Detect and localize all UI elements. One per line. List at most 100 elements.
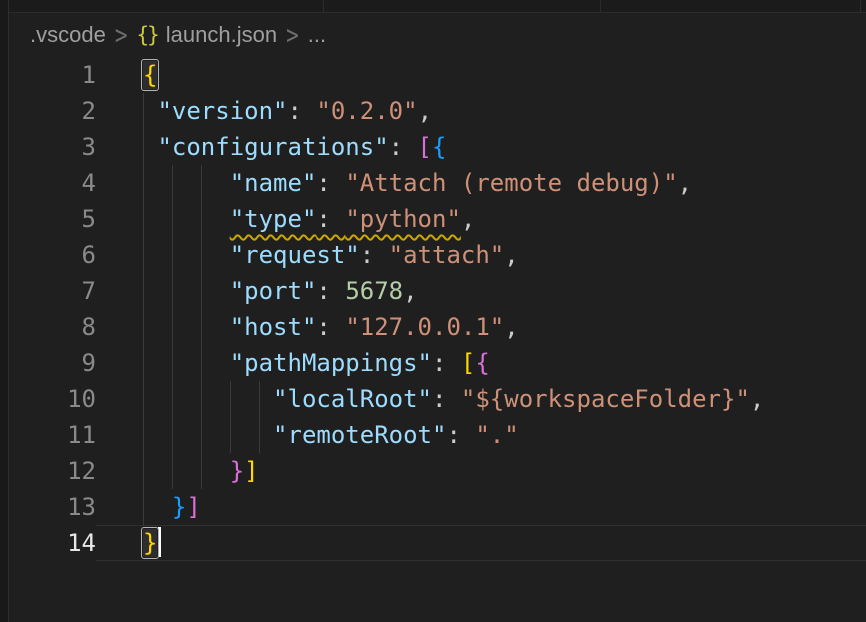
code-token: "localRoot": [273, 385, 432, 413]
code-token: ]: [244, 457, 258, 485]
code-editor[interactable]: 1{2 "version": "0.2.0",3 "configurations…: [9, 57, 866, 561]
code-token: "host": [230, 313, 317, 341]
code-token: :: [288, 97, 317, 125]
indent-guide: [143, 345, 144, 381]
code-line-content[interactable]: "request": "attach",: [96, 237, 866, 273]
chevron-right-icon: >: [115, 20, 128, 50]
code-token: "version": [157, 97, 287, 125]
indent-guide: [230, 381, 231, 417]
line-number[interactable]: 13: [9, 489, 96, 525]
code-line: 2 "version": "0.2.0",: [9, 93, 866, 129]
code-token: "${workspaceFolder}": [461, 385, 750, 413]
line-number[interactable]: 4: [9, 165, 96, 201]
indent-guide: [201, 273, 202, 309]
indent-guide: [143, 309, 144, 345]
code-line: 3 "configurations": [{: [9, 129, 866, 165]
code-line-content[interactable]: }: [96, 525, 866, 561]
indent-guide: [201, 417, 202, 453]
code-token: :: [432, 349, 461, 377]
code-line: 4 "name": "Attach (remote debug)",: [9, 165, 866, 201]
chevron-right-icon: >: [286, 20, 299, 50]
code-token: "127.0.0.1": [345, 313, 504, 341]
indent-guide: [230, 417, 231, 453]
code-token: "configurations": [157, 133, 388, 161]
code-line-content[interactable]: }]: [96, 489, 866, 525]
line-number[interactable]: 9: [9, 345, 96, 381]
code-line: 9 "pathMappings": [{: [9, 345, 866, 381]
line-number[interactable]: 14: [9, 525, 96, 561]
indent-guide: [259, 417, 260, 453]
indent-guide: [201, 237, 202, 273]
line-number[interactable]: 5: [9, 201, 96, 237]
code-token: "python": [345, 205, 461, 233]
indent-guide: [172, 417, 173, 453]
code-line-content[interactable]: "remoteRoot": ".": [96, 417, 866, 453]
line-number[interactable]: 10: [9, 381, 96, 417]
code-token: 5678: [345, 277, 403, 305]
code-token: ".": [475, 421, 518, 449]
code-token: "port": [230, 277, 317, 305]
code-line: 1{: [9, 57, 866, 93]
indent-guide: [143, 237, 144, 273]
code-line: 12 }]: [9, 453, 866, 489]
line-number[interactable]: 12: [9, 453, 96, 489]
code-token: ,: [504, 313, 518, 341]
indent-guide: [259, 381, 260, 417]
code-token: ]: [186, 493, 200, 521]
matched-bracket: {: [143, 61, 157, 89]
code-token: ,: [678, 169, 692, 197]
code-token: "Attach (remote debug)": [345, 169, 677, 197]
code-line: 5 "type": "python",: [9, 201, 866, 237]
code-token: :: [360, 241, 389, 269]
line-number[interactable]: 11: [9, 417, 96, 453]
code-line-content[interactable]: "type": "python",: [96, 201, 866, 237]
code-token: "pathMappings": [230, 349, 432, 377]
code-token: }: [230, 457, 244, 485]
code-line-content[interactable]: "name": "Attach (remote debug)",: [96, 165, 866, 201]
code-token: {: [432, 133, 446, 161]
matched-bracket: }: [143, 529, 157, 557]
line-number[interactable]: 8: [9, 309, 96, 345]
code-token: :: [316, 205, 345, 233]
code-token: :: [316, 169, 345, 197]
code-line-content[interactable]: {: [96, 57, 866, 93]
indent-guide: [143, 165, 144, 201]
indent-guide: [143, 93, 144, 129]
code-line: 13 }]: [9, 489, 866, 525]
code-line-content[interactable]: "version": "0.2.0",: [96, 93, 866, 129]
code-token: [: [418, 133, 432, 161]
code-line-content[interactable]: "pathMappings": [{: [96, 345, 866, 381]
code-token: :: [316, 313, 345, 341]
code-token: "remoteRoot": [273, 421, 446, 449]
code-token: ,: [750, 385, 764, 413]
code-line: 14}: [9, 525, 866, 561]
code-line: 11 "remoteRoot": ".": [9, 417, 866, 453]
indent-guide: [172, 273, 173, 309]
line-number[interactable]: 7: [9, 273, 96, 309]
code-line-content[interactable]: "host": "127.0.0.1",: [96, 309, 866, 345]
code-line-content[interactable]: "localRoot": "${workspaceFolder}",: [96, 381, 866, 417]
line-number[interactable]: 3: [9, 129, 96, 165]
code-line: 10 "localRoot": "${workspaceFolder}",: [9, 381, 866, 417]
code-line-content[interactable]: }]: [96, 453, 866, 489]
code-line-content[interactable]: "configurations": [{: [96, 129, 866, 165]
line-number[interactable]: 6: [9, 237, 96, 273]
breadcrumb-file-label: launch.json: [166, 22, 277, 48]
breadcrumb-symbol-more[interactable]: ...: [308, 22, 326, 48]
breadcrumb-file[interactable]: {} launch.json: [136, 22, 277, 48]
tab-separator: [860, 0, 861, 12]
code-token: :: [446, 421, 475, 449]
line-number[interactable]: 1: [9, 57, 96, 93]
indent-guide: [143, 201, 144, 237]
indent-guide: [172, 345, 173, 381]
code-token: :: [432, 385, 461, 413]
indent-guide: [143, 273, 144, 309]
warning-squiggle: "type": "python": [230, 205, 461, 233]
code-line-content[interactable]: "port": 5678,: [96, 273, 866, 309]
indent-guide: [172, 453, 173, 489]
code-token: "name": [230, 169, 317, 197]
indent-guide: [201, 309, 202, 345]
indent-guide: [143, 489, 144, 525]
line-number[interactable]: 2: [9, 93, 96, 129]
breadcrumb-folder[interactable]: .vscode: [30, 22, 106, 48]
